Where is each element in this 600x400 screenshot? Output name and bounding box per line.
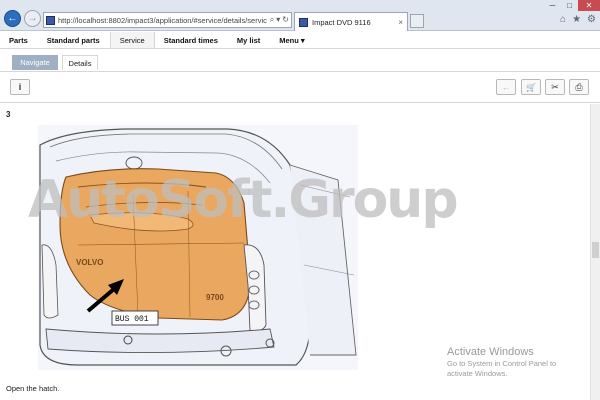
- tab-close-icon[interactable]: ×: [398, 18, 403, 27]
- menu-item-standard-times[interactable]: Standard times: [155, 32, 228, 48]
- menu-item-service[interactable]: Service: [109, 32, 155, 48]
- step-caption: Open the hatch.: [6, 384, 60, 393]
- dropdown-icon[interactable]: ▾: [276, 15, 280, 25]
- toolbar: i ← 🛒 ✂ ⎙: [0, 73, 600, 103]
- tab-favicon-icon: [299, 17, 308, 27]
- close-window-button[interactable]: ✕: [578, 0, 600, 11]
- model-label: 9700: [206, 293, 224, 302]
- favorites-icon[interactable]: ★: [572, 14, 581, 25]
- scrollbar-thumb[interactable]: [592, 242, 599, 258]
- new-tab-button[interactable]: [410, 14, 424, 28]
- activation-line-2: activate Windows.: [447, 369, 508, 378]
- info-icon: i: [18, 82, 22, 92]
- step-number: 3: [6, 110, 11, 119]
- tools-button[interactable]: ✂: [545, 79, 565, 95]
- back-arrow-icon: ←: [7, 13, 18, 24]
- activation-line-1: Go to System in Control Panel to: [447, 359, 557, 368]
- vertical-scrollbar[interactable]: [590, 104, 600, 400]
- license-plate: BUS 001: [115, 315, 149, 324]
- browser-chrome: ← → http://localhost:8802/impact3/applic…: [0, 0, 600, 31]
- windows-activation-notice: Activate Windows Go to System in Control…: [447, 346, 556, 378]
- cart-icon: 🛒: [526, 82, 536, 92]
- window-controls: ─ □ ✕: [544, 0, 600, 11]
- minimize-button[interactable]: ─: [544, 0, 561, 11]
- left-arrow-icon: ←: [501, 82, 511, 92]
- site-favicon-icon: [46, 15, 55, 25]
- menu-item-menu[interactable]: Menu ▾: [270, 32, 314, 48]
- forward-arrow-icon: →: [27, 13, 38, 24]
- home-icon[interactable]: ⌂: [560, 14, 566, 25]
- menu-item-parts[interactable]: Parts: [0, 32, 38, 48]
- refresh-icon[interactable]: ↻: [282, 15, 289, 25]
- service-illustration: VOLVO 9700 BUS 001: [38, 125, 358, 370]
- menu-item-standard-parts[interactable]: Standard parts: [38, 32, 110, 48]
- maximize-button[interactable]: □: [561, 0, 578, 11]
- forward-button[interactable]: →: [24, 10, 41, 27]
- menu-item-my-list[interactable]: My list: [228, 32, 270, 48]
- tab-navigate[interactable]: Navigate: [12, 55, 58, 70]
- address-bar[interactable]: http://localhost:8802/impact3/applicatio…: [43, 12, 292, 28]
- browser-tab[interactable]: Impact DVD 9116 ×: [294, 12, 408, 31]
- activation-title: Activate Windows: [447, 346, 534, 358]
- print-icon: ⎙: [575, 81, 583, 92]
- info-button[interactable]: i: [10, 79, 30, 95]
- main-menu: Parts Standard parts Service Standard ti…: [0, 32, 600, 49]
- back-step-button[interactable]: ←: [496, 79, 516, 95]
- print-button[interactable]: ⎙: [569, 79, 589, 95]
- tools-icon: ✂: [551, 81, 559, 92]
- settings-icon[interactable]: ⚙: [587, 14, 596, 25]
- tab-title: Impact DVD 9116: [312, 17, 371, 27]
- tab-details[interactable]: Details: [62, 55, 98, 70]
- search-icon[interactable]: ⌕: [270, 15, 274, 25]
- url-text: http://localhost:8802/impact3/applicatio…: [58, 15, 267, 25]
- watermark-text: AutoSoft.Group: [28, 170, 459, 230]
- brand-label: VOLVO: [76, 258, 103, 267]
- sub-tabs: Navigate Details: [0, 50, 600, 72]
- add-to-cart-button[interactable]: 🛒: [521, 79, 541, 95]
- back-button[interactable]: ←: [4, 10, 21, 27]
- bus-rear-drawing: VOLVO 9700 BUS 001: [39, 128, 357, 366]
